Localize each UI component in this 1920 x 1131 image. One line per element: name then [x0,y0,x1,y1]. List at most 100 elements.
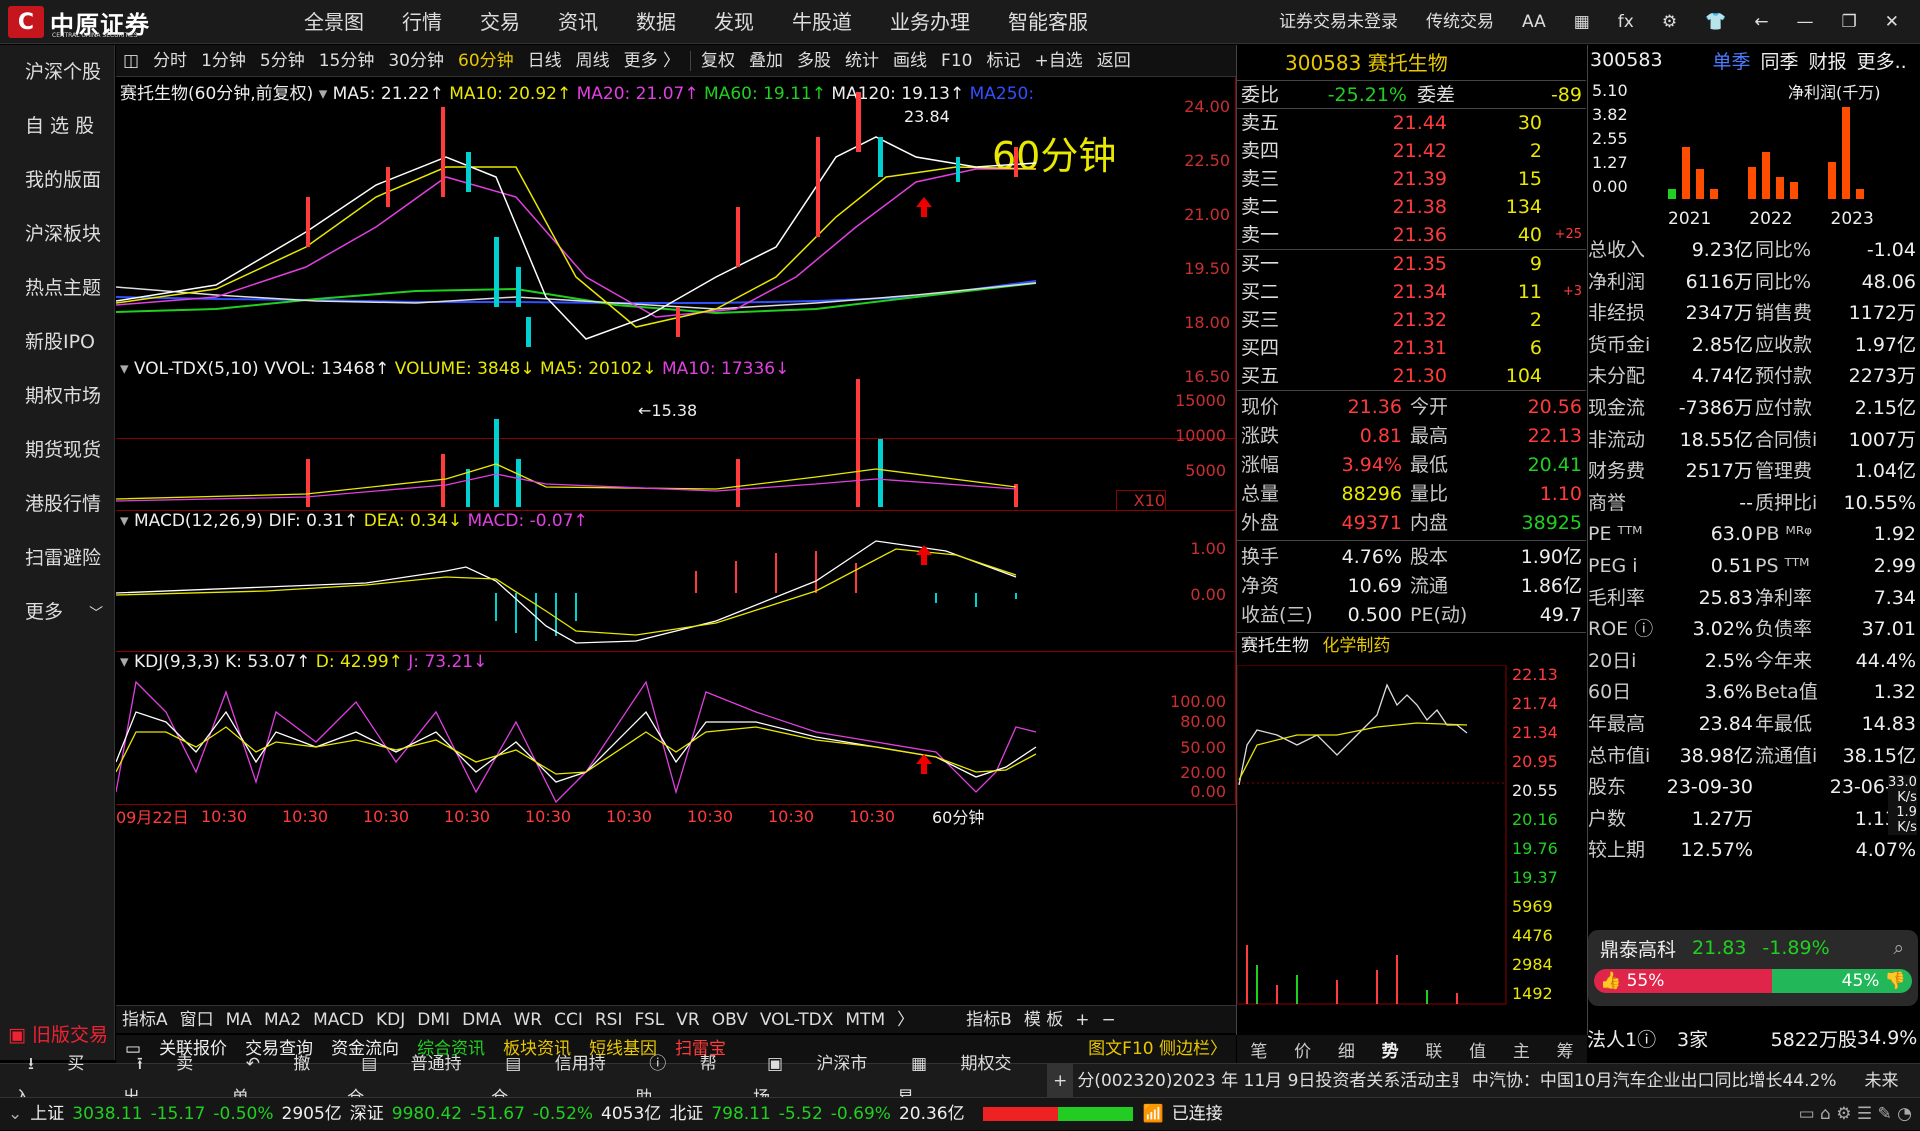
fin-tab-report[interactable]: 财报 [1809,47,1847,74]
tab-ma2[interactable]: MA2 [258,1006,307,1034]
buy-row[interactable]: 买二 21.34 11 +3 [1237,278,1586,306]
period-more[interactable]: 更多 〉 [617,45,687,77]
tab-kdj[interactable]: KDJ [370,1006,411,1034]
chart-area[interactable]: 赛托生物(60分钟,前复权) ▾ MA5: 21.22↑ MA10: 20.92… [116,77,1236,1005]
menu-business[interactable]: 业务办理 [871,0,989,44]
sidebar-item-ipo[interactable]: 新股IPO [0,315,114,369]
tab-ma[interactable]: MA [220,1006,258,1034]
tab-window[interactable]: 窗口 [174,1006,220,1034]
buy-row[interactable]: 买一 21.35 9 [1237,250,1586,278]
login-status[interactable]: 证券交易未登录 [1265,0,1412,44]
period-day[interactable]: 日线 [521,45,569,77]
font-size-icon[interactable]: AA [1508,0,1560,44]
tab-zhu[interactable]: 主 [1500,1037,1544,1062]
tab-more-arrow[interactable]: 〉 [891,1006,920,1034]
macd-panel[interactable]: ▾ MACD(12,26,9) DIF: 0.31↑ DEA: 0.34↓ MA… [116,511,1236,652]
menu-news[interactable]: 资讯 [539,0,617,44]
sidebar-item-more[interactable]: 更多 ﹀ [0,585,114,639]
news-item[interactable]: 中汽协：中国10月汽车企业出口同比增长44.2% [1458,1064,1851,1098]
menu-discover[interactable]: 发现 [695,0,773,44]
search-icon[interactable]: ⌕ [1893,937,1904,959]
old-version-link[interactable]: ▣ 旧版交易 [8,1020,108,1047]
tab-jia[interactable]: 价 [1281,1037,1325,1062]
sidebar-item-hk[interactable]: 港股行情 [0,477,114,531]
menu-overview[interactable]: 全景图 [285,0,383,44]
period-15min[interactable]: 15分钟 [312,45,382,77]
tab-wr[interactable]: WR [507,1006,548,1034]
tab-obv[interactable]: OBV [706,1006,754,1034]
menu-quotes[interactable]: 行情 [383,0,461,44]
settings-gear-icon[interactable]: ⚙ [1648,0,1691,44]
tool-draw[interactable]: 画线 [886,45,934,77]
tab-add[interactable]: + [1069,1006,1095,1034]
tab-remove[interactable]: − [1095,1006,1121,1034]
tab-macd[interactable]: MACD [307,1006,370,1034]
tab-vol-tdx[interactable]: VOL-TDX [754,1006,840,1034]
trad-mode-button[interactable]: 传统交易 [1412,0,1508,44]
tab-dma[interactable]: DMA [456,1006,507,1034]
sell-row[interactable]: 卖一 21.36 40 +25 [1237,221,1586,249]
period-fenshi[interactable]: 分时 [146,45,194,77]
fin-tab-more[interactable]: 更多.. [1857,47,1907,74]
float-ticker[interactable]: 鼎泰高科 21.83 -1.89% ⌕ 👍 55% 45% 👎 [1588,930,1918,1006]
tab-vr[interactable]: VR [670,1006,705,1034]
period-5min[interactable]: 5分钟 [253,45,312,77]
fin-tab-same[interactable]: 同季 [1761,47,1799,74]
sector-stock[interactable]: 赛托生物 [1241,636,1309,656]
sidebar-item-futures[interactable]: 期货现货 [0,423,114,477]
menu-data[interactable]: 数据 [617,0,695,44]
tool-add-watch[interactable]: +自选 [1027,45,1089,77]
tool-multi[interactable]: 多股 [790,45,838,77]
formula-icon[interactable]: fx [1604,0,1648,44]
tool-back[interactable]: 返回 [1090,45,1138,77]
news-item[interactable]: 分(002320)2023 年 11月 9日投资者关系活动主要内容 [1073,1064,1458,1098]
buy-row[interactable]: 买五 21.30 104 [1237,362,1586,390]
sidebar-item-watchlist[interactable]: 自 选 股 [0,99,114,153]
tab-indicator-a[interactable]: 指标A [116,1006,174,1034]
sidebar-item-risk[interactable]: 扫雷避险 [0,531,114,585]
tool-f10[interactable]: F10 [934,45,979,77]
sell-row[interactable]: 卖二 21.38 134 [1237,193,1586,221]
back-arrow-icon[interactable]: ← [1740,0,1782,44]
restore-icon[interactable]: ❐ [1828,0,1871,44]
period-60min[interactable]: 60分钟 [451,45,521,77]
chevron-down-icon[interactable]: ⌄ [8,1098,30,1131]
menu-trade[interactable]: 交易 [461,0,539,44]
sidebar-item-options[interactable]: 期权市场 [0,369,114,423]
period-30min[interactable]: 30分钟 [381,45,451,77]
skin-shirt-icon[interactable]: 👕 [1691,0,1740,44]
add-icon[interactable]: + [1047,1063,1074,1098]
period-1min[interactable]: 1分钟 [194,45,253,77]
menu-service[interactable]: 智能客服 [989,0,1107,44]
toggle-panel-icon[interactable]: ◫ [116,45,146,77]
tab-chou[interactable]: 筹 [1543,1037,1587,1062]
sidebar-item-topics[interactable]: 热点主题 [0,261,114,315]
tab-xi[interactable]: 细 [1325,1037,1369,1062]
sell-row[interactable]: 卖三 21.39 15 [1237,165,1586,193]
tab-zhi[interactable]: 值 [1456,1037,1500,1062]
period-week[interactable]: 周线 [569,45,617,77]
tab-fsl[interactable]: FSL [628,1006,670,1034]
kdj-panel[interactable]: ▾ KDJ(9,3,3) K: 53.07↑ D: 42.99↑ J: 73.2… [116,652,1236,805]
tab-lian[interactable]: 联 [1412,1037,1456,1062]
tab-rsi[interactable]: RSI [589,1006,629,1034]
tab-cci[interactable]: CCI [548,1006,589,1034]
fin-tab-quarter[interactable]: 单季 [1713,47,1751,74]
buy-row[interactable]: 买四 21.31 6 [1237,334,1586,362]
sidebar-item-sectors[interactable]: 沪深板块 [0,207,114,261]
tab-indicator-b[interactable]: 指标B [960,1006,1018,1034]
close-icon[interactable]: ✕ [1871,0,1913,44]
menu-niugudao[interactable]: 牛股道 [773,0,871,44]
tab-bi[interactable]: 笔 [1237,1037,1281,1062]
link-f10-sidebar[interactable]: 图文F10 侧边栏〉 [1079,1035,1236,1063]
tab-template[interactable]: 模 板 [1018,1006,1069,1034]
sidebar-item-layout[interactable]: 我的版面 [0,153,114,207]
tool-mark[interactable]: 标记 [979,45,1027,77]
sidebar-item-stocks[interactable]: 沪深个股 [0,45,114,99]
volume-panel[interactable]: ▾ VOL-TDX(5,10) VVOL: 13468↑ VOLUME: 384… [116,359,1236,511]
sell-row[interactable]: 卖四 21.42 2 [1237,137,1586,165]
tab-mtm[interactable]: MTM [839,1006,891,1034]
sector-industry[interactable]: 化学制药 [1322,636,1390,656]
tab-dmi[interactable]: DMI [411,1006,456,1034]
mini-intraday[interactable]: 22.13 21.74 21.34 20.95 20.55 20.16 19.7… [1237,665,1587,1005]
